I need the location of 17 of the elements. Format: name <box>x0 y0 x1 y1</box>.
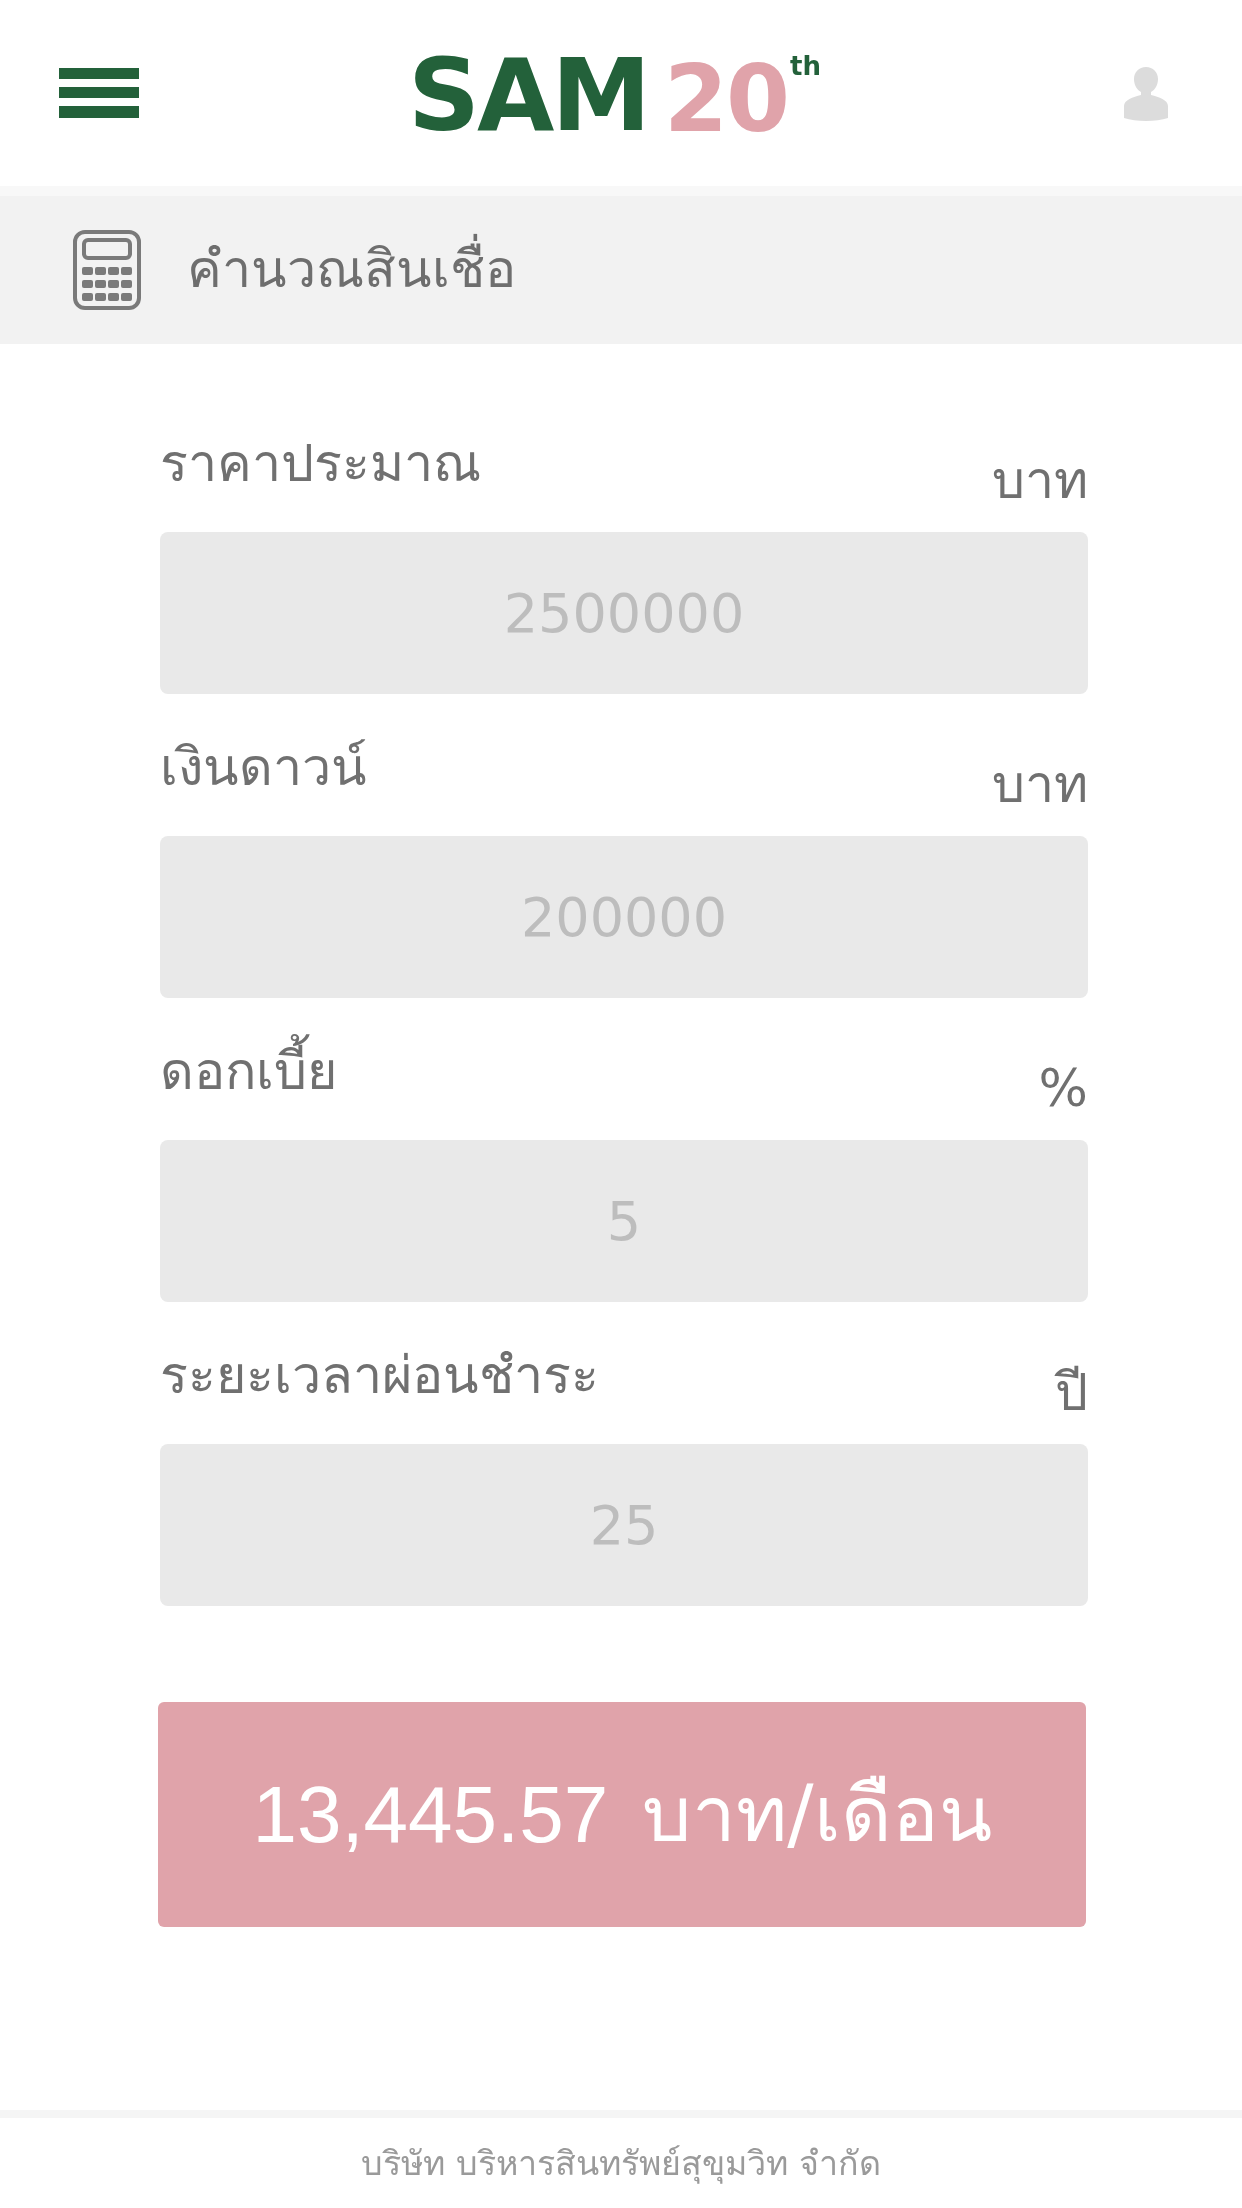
field-label: เงินดาวน์ <box>160 735 367 799</box>
company-name: บริษัท บริหารสินทรัพย์สุขุมวิท จำกัด <box>361 2141 881 2186</box>
calculator-icon <box>73 230 141 310</box>
unit-label: ปี <box>1055 1360 1088 1424</box>
field-label: ราคาประมาณ <box>160 431 481 495</box>
section-title: คำนวณสินเชื่อ <box>187 228 516 312</box>
field-label: ระยะเวลาผ่อนชำระ <box>160 1343 599 1407</box>
unit-label: บาท <box>992 752 1088 816</box>
logo-wordmark: SAM <box>408 53 648 139</box>
unit-label: % <box>1038 1056 1088 1120</box>
payment-unit: บาท/เดือน <box>642 1768 992 1862</box>
unit-label: บาท <box>992 448 1088 512</box>
logo-number: 20 <box>663 59 788 139</box>
menu-icon[interactable] <box>59 68 139 118</box>
field-label: ดอกเบี้ย <box>160 1029 337 1113</box>
logo-superscript: th <box>790 53 821 79</box>
payment-amount: 13,445.57 <box>252 1768 609 1861</box>
